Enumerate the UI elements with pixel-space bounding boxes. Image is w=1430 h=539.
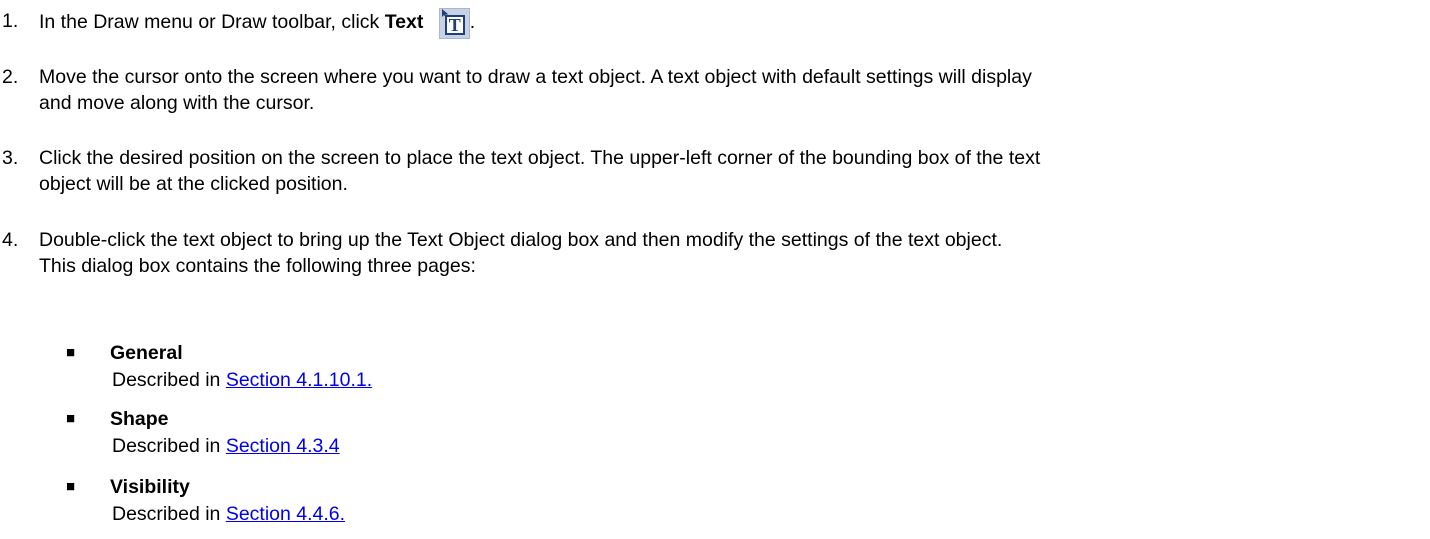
square-bullet-icon: ■ — [66, 478, 76, 495]
page-title: General — [110, 342, 183, 364]
step-number: 4. — [2, 229, 19, 251]
text-command-label: Text — [384, 11, 424, 33]
step-1-text: In the Draw menu or Draw toolbar, click … — [39, 8, 1419, 39]
section-link[interactable]: Section 4.3.4 — [226, 435, 340, 457]
step-number: 2. — [2, 66, 19, 88]
step-line: This dialog box contains the following t… — [39, 255, 476, 277]
step-text: In the Draw menu or Draw toolbar, click — [39, 11, 385, 33]
step-number: 1. — [2, 10, 19, 32]
page-description: Described in Section 4.4.6. — [112, 501, 345, 527]
page-description: Described in Section 4.3.4 — [112, 433, 340, 459]
text-glyph: T — [444, 15, 465, 35]
square-bullet-icon: ■ — [66, 344, 76, 361]
text-tool-icon[interactable]: T — [438, 8, 470, 39]
described-in-label: Described in — [112, 503, 226, 525]
step-number: 3. — [2, 147, 19, 169]
step-line: Double-click the text object to bring up… — [39, 229, 1003, 251]
step-line: Move the cursor onto the screen where yo… — [39, 66, 1032, 88]
step-line: object will be at the clicked position. — [39, 173, 348, 195]
described-in-label: Described in — [112, 435, 226, 457]
square-bullet-icon: ■ — [66, 410, 76, 427]
step-3-text: Click the desired position on the screen… — [39, 145, 1419, 197]
page-title: Shape — [110, 408, 169, 430]
step-2-text: Move the cursor onto the screen where yo… — [39, 64, 1419, 116]
step-line: Click the desired position on the screen… — [39, 147, 1041, 169]
described-in-label: Described in — [112, 369, 226, 391]
step-line: and move along with the cursor. — [39, 92, 315, 114]
section-link[interactable]: Section 4.1.10.1. — [226, 369, 372, 391]
section-link[interactable]: Section 4.4.6. — [226, 503, 345, 525]
page-description: Described in Section 4.1.10.1. — [112, 367, 372, 393]
step-text-end: . — [469, 11, 476, 33]
page-title: Visibility — [110, 476, 190, 498]
step-4-text: Double-click the text object to bring up… — [39, 227, 1419, 279]
